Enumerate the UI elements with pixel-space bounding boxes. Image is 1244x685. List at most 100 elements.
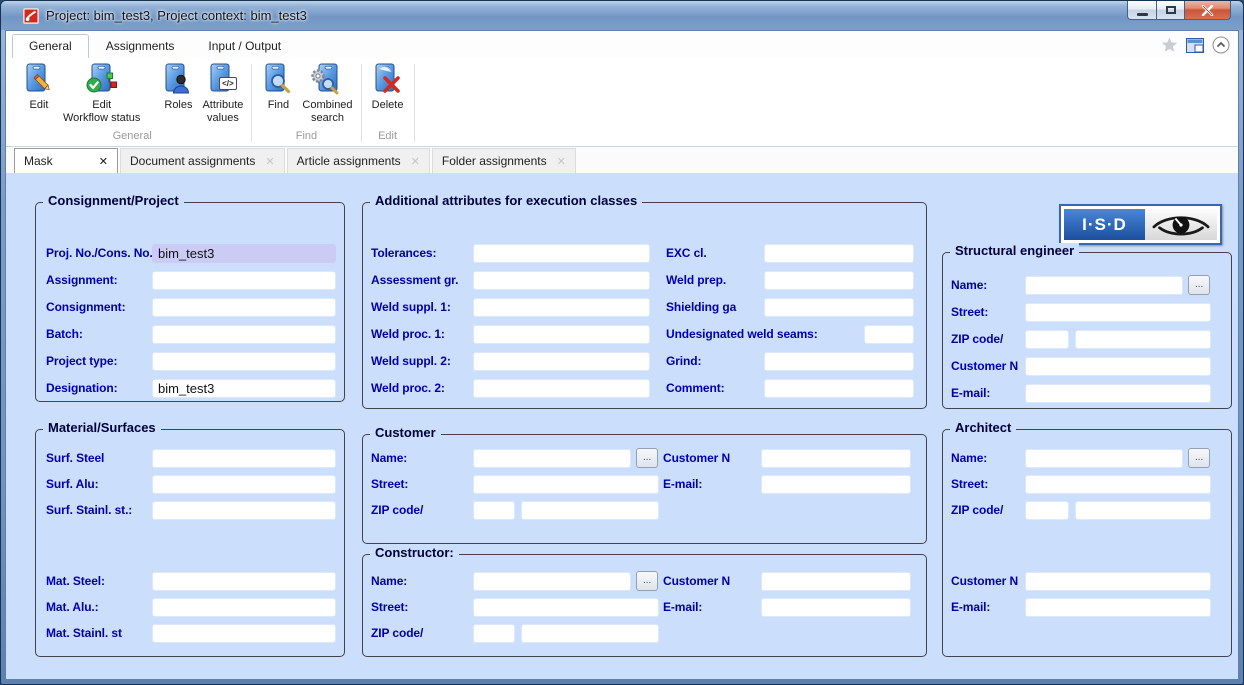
group-additional-legend: Additional attributes for execution clas… <box>370 193 642 208</box>
row-tolerances: Tolerances: <box>371 243 658 263</box>
tab-mask[interactable]: Mask ✕ <box>14 148 118 173</box>
architect-street-input[interactable] <box>1025 475 1211 494</box>
attribute-values-button[interactable]: </> Attribute values <box>199 61 246 127</box>
batch-input[interactable] <box>152 325 336 344</box>
constructor-customer-no-input[interactable] <box>761 572 911 591</box>
structural-name-browse-button[interactable]: ... <box>1188 275 1210 295</box>
mask-preview-icon[interactable] <box>1186 38 1204 53</box>
customer-street-input[interactable] <box>473 475 659 494</box>
mat-stainl-label: Mat. Stainl. st <box>46 626 152 640</box>
delete-cross-icon <box>370 63 406 99</box>
architect-name-browse-button[interactable]: ... <box>1188 448 1210 468</box>
designation-input[interactable] <box>152 379 336 398</box>
row-surf-steel: Surf. Steel <box>46 448 334 468</box>
mat-alu-input[interactable] <box>152 598 336 617</box>
combined-search-button[interactable]: Combined search <box>299 61 355 127</box>
structural-email-label: E-mail: <box>951 386 1025 400</box>
customer-name-label: Name: <box>371 451 473 465</box>
row-consignment: Consignment: <box>46 297 334 317</box>
comment-label: Comment: <box>666 381 764 395</box>
weld-prep-input[interactable] <box>764 271 914 290</box>
roles-button[interactable]: Roles <box>157 61 199 114</box>
customer-no-input[interactable] <box>761 449 911 468</box>
constructor-city-input[interactable] <box>521 624 659 643</box>
weld-proc-1-input[interactable] <box>473 325 650 344</box>
assignment-input[interactable] <box>152 271 336 290</box>
find-label: Find <box>268 99 289 112</box>
tab-article-assignments[interactable]: Article assignments ✕ <box>287 148 430 173</box>
assessment-gr-input[interactable] <box>473 271 650 290</box>
constructor-zip-input[interactable] <box>473 624 515 643</box>
surf-alu-input[interactable] <box>152 475 336 494</box>
tab-close-icon[interactable]: ✕ <box>411 155 420 168</box>
customer-city-input[interactable] <box>521 501 659 520</box>
maximize-icon <box>1166 6 1176 14</box>
ribbon-tab-assignments[interactable]: Assignments <box>89 34 192 58</box>
maximize-button[interactable] <box>1157 1 1185 20</box>
architect-name-input[interactable] <box>1025 449 1183 468</box>
weld-suppl-1-input[interactable] <box>473 298 650 317</box>
proj-no-label: Proj. No./Cons. No. <box>46 246 152 260</box>
structural-city-input[interactable] <box>1075 330 1211 349</box>
ribbon-group-general: Edit <box>16 58 248 146</box>
tab-document-assignments[interactable]: Document assignments ✕ <box>120 148 285 173</box>
mat-alu-label: Mat. Alu.: <box>46 600 152 614</box>
structural-street-input[interactable] <box>1025 303 1211 322</box>
row-customer-street: Street: <box>371 474 663 494</box>
group-architect-legend: Architect <box>950 420 1016 435</box>
favorite-star-icon[interactable] <box>1161 37 1178 53</box>
project-type-input[interactable] <box>152 352 336 371</box>
tab-close-icon[interactable]: ✕ <box>265 155 274 168</box>
surf-stainl-input[interactable] <box>152 501 336 520</box>
architect-city-input[interactable] <box>1075 501 1211 520</box>
constructor-name-browse-button[interactable]: ... <box>636 571 658 591</box>
edit-workflow-status-button[interactable]: Edit Workflow status <box>60 61 143 127</box>
shielding-gas-input[interactable] <box>764 298 914 317</box>
comment-input[interactable] <box>764 379 914 398</box>
structural-email-input[interactable] <box>1025 384 1211 403</box>
consignment-input[interactable] <box>152 298 336 317</box>
structural-zip-input[interactable] <box>1025 330 1069 349</box>
tab-close-icon[interactable]: ✕ <box>99 155 108 168</box>
surf-steel-input[interactable] <box>152 449 336 468</box>
exc-cl-input[interactable] <box>764 244 914 263</box>
structural-customer-no-input[interactable] <box>1025 357 1211 376</box>
constructor-street-input[interactable] <box>473 598 659 617</box>
proj-no-input[interactable] <box>152 244 336 263</box>
edit-button[interactable]: Edit <box>18 61 60 114</box>
architect-zip-input[interactable] <box>1025 501 1069 520</box>
architect-customer-no-input[interactable] <box>1025 572 1211 591</box>
find-button[interactable]: Find <box>257 61 299 114</box>
constructor-name-input[interactable] <box>473 572 631 591</box>
ribbon-tab-input-output[interactable]: Input / Output <box>191 34 298 58</box>
edit-pencil-icon <box>21 63 57 99</box>
row-customer-email: E-mail: <box>663 474 914 494</box>
minimize-icon <box>1137 13 1148 16</box>
mat-stainl-input[interactable] <box>152 624 336 643</box>
customer-zip-input[interactable] <box>473 501 515 520</box>
grind-input[interactable] <box>764 352 914 371</box>
architect-email-input[interactable] <box>1025 598 1211 617</box>
minimize-button[interactable] <box>1127 1 1157 20</box>
tab-close-icon[interactable]: ✕ <box>557 155 566 168</box>
combined-search-label-1: Combined <box>302 99 352 112</box>
delete-button[interactable]: Delete <box>367 61 409 114</box>
constructor-email-input[interactable] <box>761 598 911 617</box>
tab-folder-assignments[interactable]: Folder assignments ✕ <box>432 148 576 173</box>
row-customer-name: Name: ... <box>371 448 663 468</box>
collapse-ribbon-icon[interactable] <box>1212 36 1230 54</box>
row-constructor-customer-no: Customer N <box>663 571 914 591</box>
customer-name-input[interactable] <box>473 449 631 468</box>
weld-suppl-2-input[interactable] <box>473 352 650 371</box>
tolerances-input[interactable] <box>473 244 650 263</box>
structural-name-label: Name: <box>951 278 1025 292</box>
structural-name-input[interactable] <box>1025 276 1183 295</box>
customer-email-input[interactable] <box>761 475 911 494</box>
close-button[interactable] <box>1185 1 1231 20</box>
mat-steel-input[interactable] <box>152 572 336 591</box>
customer-name-browse-button[interactable]: ... <box>636 448 658 468</box>
undesignated-weld-seams-input[interactable] <box>864 325 914 344</box>
ribbon-tab-general[interactable]: General <box>12 34 89 58</box>
weld-proc-2-input[interactable] <box>473 379 650 398</box>
constructor-customer-no-label: Customer N <box>663 574 761 588</box>
